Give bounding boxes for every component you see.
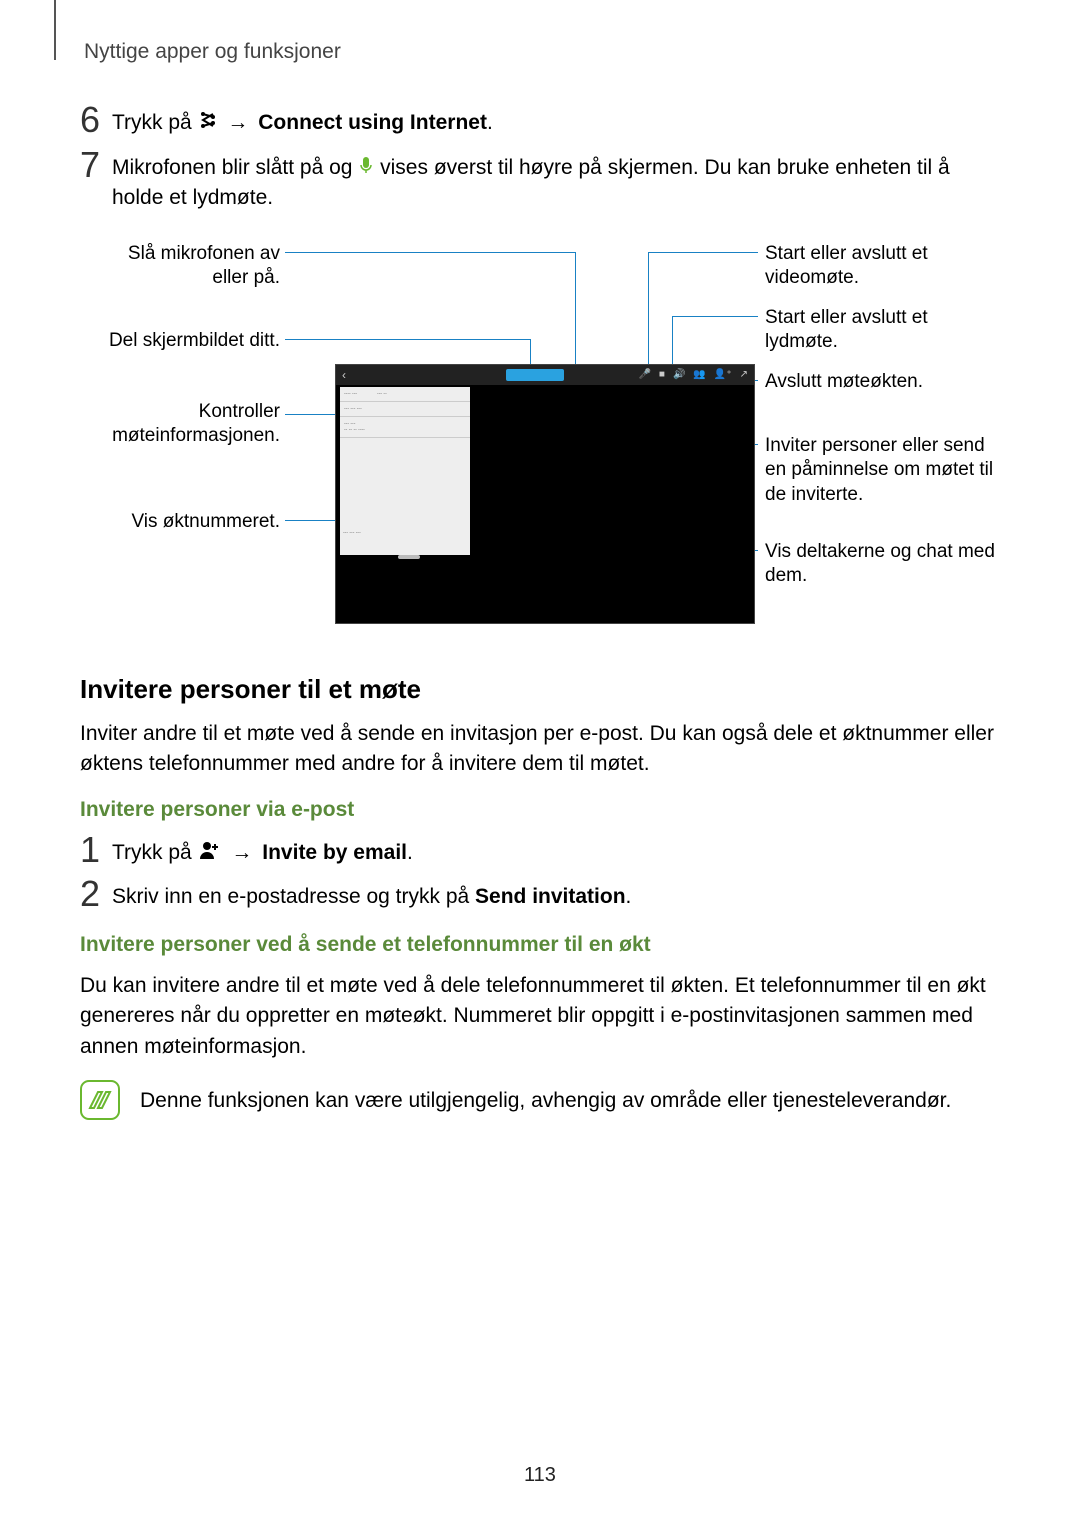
body-text: Inviter andre til et møte ved å sende en… [80, 719, 1000, 780]
panel-row: --- --- --- [340, 402, 470, 417]
text: Trykk på [112, 841, 198, 864]
text: Trykk på [112, 111, 198, 134]
leader-line [648, 252, 649, 374]
leader-line [285, 252, 575, 253]
page-margin-bar [54, 0, 56, 60]
step-1: 1 Trykk på → Invite by email. [80, 836, 1000, 869]
leader-line [648, 252, 758, 253]
callout-invite: Inviter personer eller send en påminnels… [765, 434, 995, 508]
invite-icon: 👤⁺ [714, 369, 732, 380]
step-text: Skriv inn en e-postadresse og trykk på S… [112, 880, 631, 912]
period: . [626, 885, 632, 908]
bold-text: Send invitation [475, 885, 626, 908]
mic-icon: 🎤 [638, 369, 650, 380]
callout-chat: Vis deltakerne og chat med dem. [765, 540, 995, 589]
callout-session: Vis øktnummeret. [90, 510, 280, 535]
arrow: → [227, 111, 248, 134]
callout-end: Avslutt møteøkten. [765, 370, 995, 395]
text: Skriv inn en e-postadresse og trykk på [112, 885, 475, 908]
step-number: 6 [80, 102, 112, 138]
callout-mic: Slå mikrofonen av eller på. [90, 242, 280, 291]
section-heading: Invitere personer til et møte [80, 674, 1000, 705]
breadcrumb: Nyttige apper og funksjoner [84, 40, 1000, 64]
step-number: 7 [80, 147, 112, 183]
drag-handle-icon [398, 555, 420, 559]
callout-info: Kontroller møteinformasjonen. [90, 400, 280, 449]
body-text: Du kan invitere andre til et møte ved å … [80, 971, 1000, 1062]
bold-text: Connect using Internet [258, 111, 487, 134]
step-text: Trykk på → Connect using Internet. [112, 106, 493, 139]
callout-share: Del skjermbildet ditt. [90, 329, 280, 354]
callout-video: Start eller avslutt et videomøte. [765, 242, 995, 291]
bold-text: Invite by email [262, 841, 407, 864]
subsection-heading: Invitere personer ved å sende et telefon… [80, 933, 1000, 957]
callout-diagram: Slå mikrofonen av eller på. Del skjermbi… [80, 234, 1000, 654]
step-number: 1 [80, 832, 112, 868]
speaker-icon: 🔊 [673, 369, 685, 380]
share-screen-button [506, 369, 564, 381]
note-icon [80, 1080, 120, 1120]
step-2: 2 Skriv inn en e-postadresse og trykk på… [80, 880, 1000, 912]
microphone-icon [360, 153, 372, 183]
step-text: Trykk på → Invite by email. [112, 836, 413, 869]
step-text: Mikrofonen blir slått på og vises øverst… [112, 151, 1000, 214]
period: . [487, 111, 493, 134]
participants-icon: 👥 [693, 369, 705, 380]
subsection-heading: Invitere personer via e-post [80, 798, 1000, 822]
leader-line [672, 316, 758, 317]
leader-line [575, 252, 576, 374]
text-pre: Mikrofonen blir slått på og [112, 156, 358, 179]
note-text: Denne funksjonen kan være utilgjengelig,… [140, 1080, 951, 1116]
meeting-screenshot: ‹ 🎤 ■ 🔊 👥 👤⁺ ↗ ---- ------ -- --- --- --… [335, 364, 755, 624]
toolbar-icons: 🎤 ■ 🔊 👥 👤⁺ ↗ [638, 369, 748, 380]
back-icon: ‹ [342, 368, 346, 382]
step-7: 7 Mikrofonen blir slått på og vises øver… [80, 151, 1000, 214]
callout-audio: Start eller avslutt et lydmøte. [765, 306, 995, 355]
panel-row: ---- ------ -- [340, 387, 470, 402]
note: Denne funksjonen kan være utilgjengelig,… [80, 1080, 1000, 1120]
step-6: 6 Trykk på → Connect using Internet. [80, 106, 1000, 139]
page-content: Nyttige apper og funksjoner 6 Trykk på →… [0, 0, 1080, 1120]
page-number: 113 [0, 1464, 1080, 1487]
session-panel: --- --- --- [340, 527, 470, 555]
exit-icon: ↗ [740, 369, 748, 380]
arrow: → [231, 841, 252, 864]
add-person-icon [200, 838, 220, 868]
leader-line [285, 339, 530, 340]
share-path-icon [200, 108, 216, 138]
period: . [407, 841, 413, 864]
step-number: 2 [80, 876, 112, 912]
meeting-toolbar: ‹ 🎤 ■ 🔊 👥 👤⁺ ↗ [336, 365, 754, 385]
panel-row: --- ----- -- -- ---- [340, 417, 470, 438]
info-panel: ---- ------ -- --- --- --- --- ----- -- … [340, 387, 470, 527]
video-icon: ■ [659, 369, 665, 380]
